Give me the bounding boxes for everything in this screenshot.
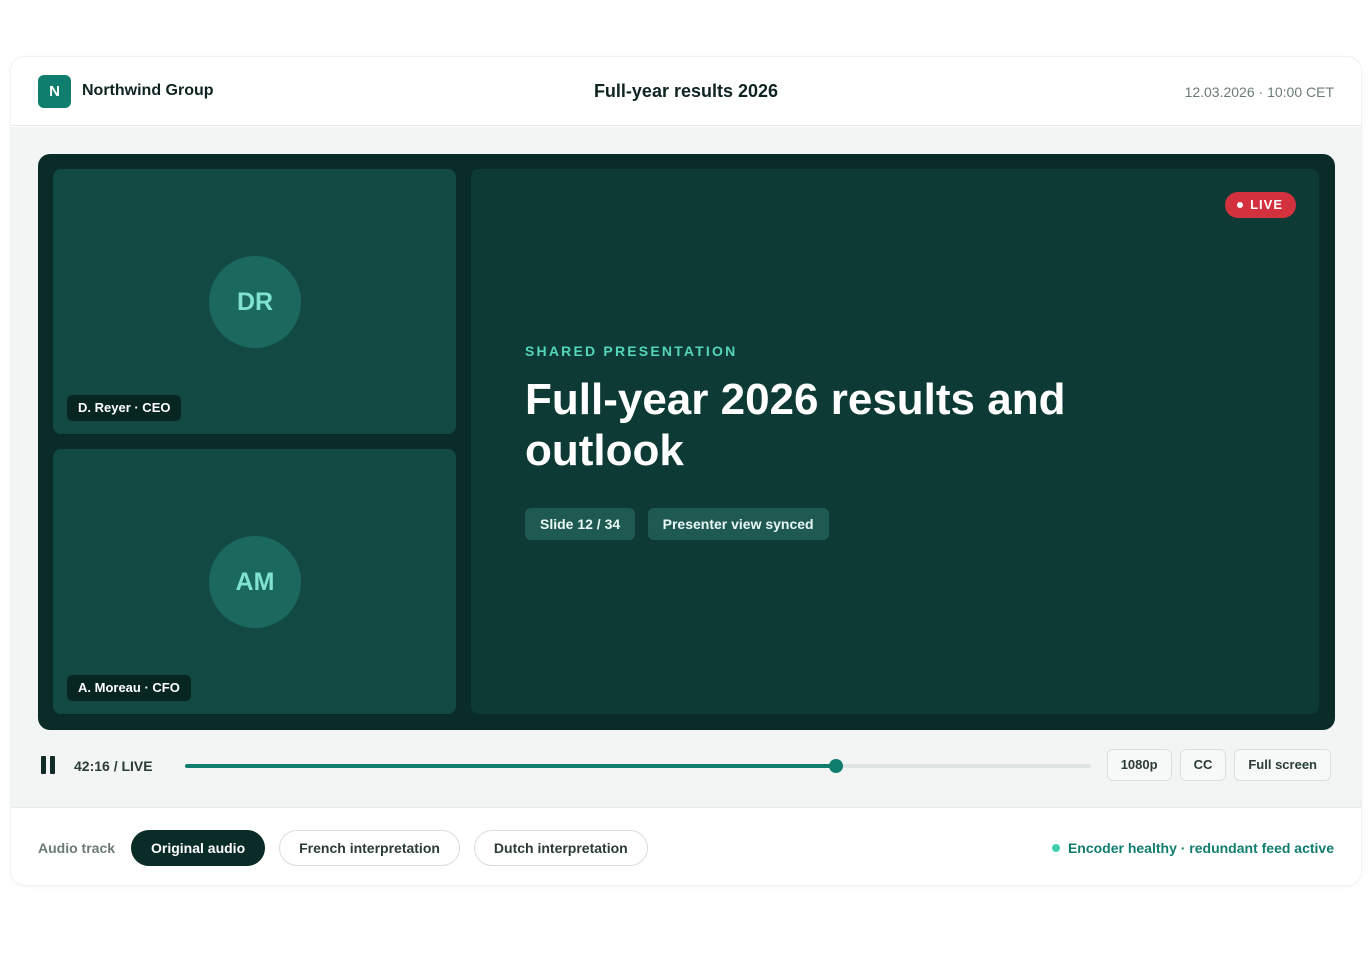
- slide-kicker: SHARED PRESENTATION: [525, 343, 738, 359]
- encoder-health-status: Encoder healthy · redundant feed active: [1051, 838, 1334, 858]
- audio-option-french[interactable]: French interpretation: [279, 830, 460, 866]
- audio-option-dutch[interactable]: Dutch interpretation: [473, 830, 648, 866]
- audio-track-options: Original audio French interpretation Dut…: [131, 830, 662, 866]
- time-readout: 42:16 / LIVE: [74, 758, 153, 774]
- stage-area: DR D. Reyer · CEO AM A. Moreau · CFO LIV…: [11, 127, 1361, 807]
- captions-button[interactable]: CC: [1179, 749, 1227, 781]
- audio-bar: Audio track Original audio French interp…: [11, 807, 1361, 885]
- speaker-name-tag: A. Moreau · CFO: [67, 675, 191, 701]
- video-player[interactable]: DR D. Reyer · CEO AM A. Moreau · CFO LIV…: [38, 154, 1335, 730]
- avatar: AM: [209, 536, 301, 628]
- audio-track-label: Audio track: [38, 840, 116, 856]
- progress-bar[interactable]: [185, 759, 1091, 773]
- speaker-tile-ceo[interactable]: DR D. Reyer · CEO: [53, 169, 456, 434]
- speaker-tile-cfo[interactable]: AM A. Moreau · CFO: [53, 449, 456, 714]
- status-dot-icon: [1051, 844, 1060, 853]
- event-datetime: 12.03.2026 · 10:00 CET: [1184, 84, 1334, 100]
- pause-icon[interactable]: [40, 756, 56, 774]
- live-label: LIVE: [1250, 197, 1283, 212]
- progress-fill: [185, 764, 836, 768]
- audio-option-original[interactable]: Original audio: [131, 830, 266, 866]
- quality-button[interactable]: 1080p: [1106, 749, 1172, 781]
- event-card: N Northwind Group Full-year results 2026…: [11, 57, 1361, 885]
- speaker-name-tag: D. Reyer · CEO: [67, 395, 182, 421]
- header: N Northwind Group Full-year results 2026…: [11, 57, 1361, 126]
- health-text: Encoder healthy · redundant feed active: [1067, 840, 1334, 856]
- shared-slide: LIVE SHARED PRESENTATION Full-year 2026 …: [471, 169, 1319, 714]
- live-dot-icon: [1237, 201, 1244, 208]
- event-title: Full-year results 2026: [593, 81, 779, 101]
- player-buttons: 1080p CC Full screen: [1099, 749, 1331, 781]
- fullscreen-button[interactable]: Full screen: [1234, 749, 1331, 781]
- slide-counter: Slide 12 / 34: [525, 508, 636, 540]
- live-badge: LIVE: [1225, 192, 1296, 218]
- slide-title: Full-year 2026 results and outlook: [525, 375, 1066, 475]
- slide-chips: Slide 12 / 34 Presenter view synced: [525, 508, 837, 540]
- progress-thumb[interactable]: [828, 759, 843, 773]
- avatar: DR: [209, 256, 301, 348]
- sync-status: Presenter view synced: [647, 508, 829, 540]
- player-controls: 42:16 / LIVE 1080p CC Full screen: [11, 742, 1361, 792]
